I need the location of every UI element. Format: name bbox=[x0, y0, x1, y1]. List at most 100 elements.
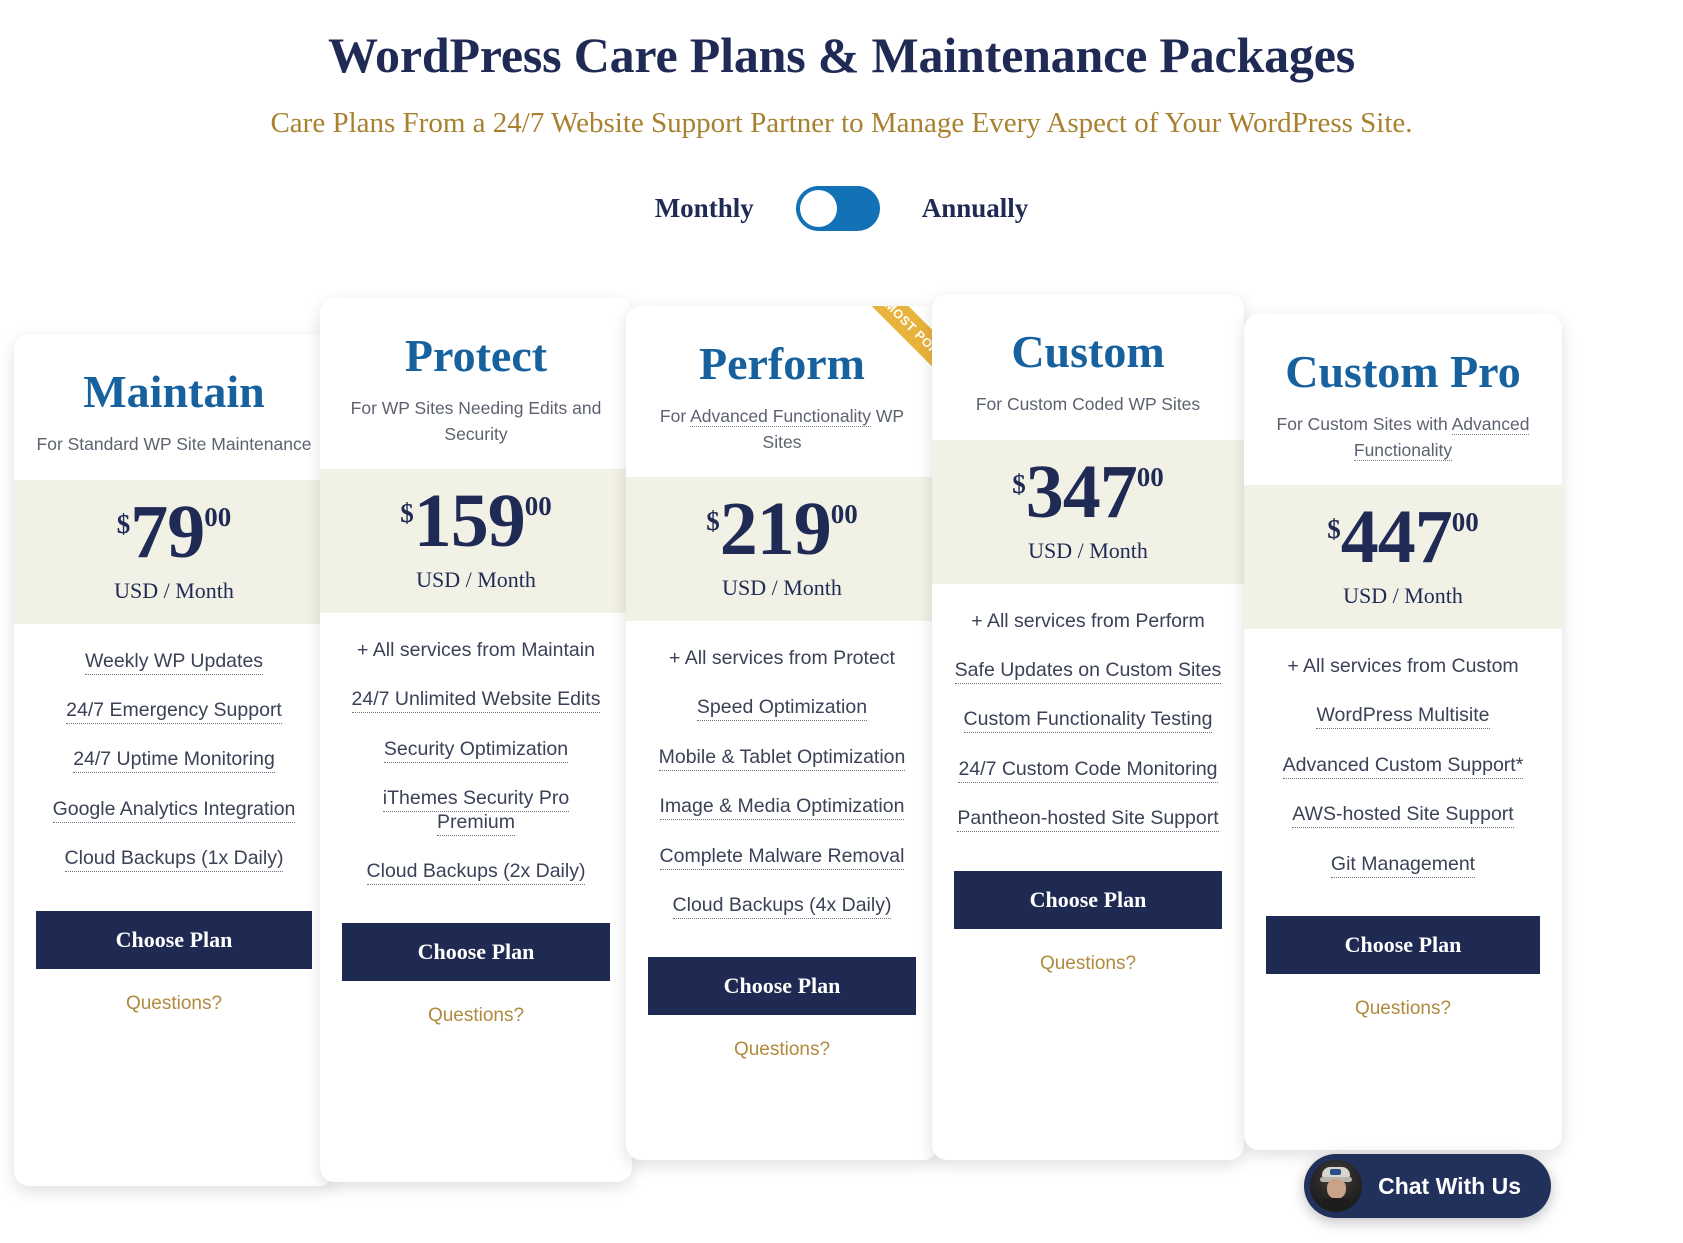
plan-feature-label: + All services from Perform bbox=[971, 609, 1205, 632]
plan-feature[interactable]: Google Analytics Integration bbox=[36, 797, 312, 823]
chat-agent-avatar bbox=[1310, 1160, 1363, 1212]
plan-price-block: $347 00 USD / Month bbox=[932, 439, 1244, 584]
pricing-card: Protect For WP Sites Needing Edits and Se… bbox=[320, 298, 632, 1182]
plan-description-term[interactable]: Advanced Functionality bbox=[690, 406, 872, 428]
plan-feature[interactable]: 24/7 Unlimited Website Edits bbox=[342, 688, 610, 714]
pricing-page: WordPress Care Plans & Maintenance Packa… bbox=[0, 0, 1683, 1243]
price-currency: $ bbox=[706, 506, 720, 537]
plan-feature-label: Google Analytics Integration bbox=[52, 797, 296, 823]
billing-period-switch[interactable] bbox=[795, 185, 880, 231]
plan-description-text: For Custom Sites with bbox=[1276, 414, 1452, 435]
plan-header: Maintain For Standard WP Site Maintenance bbox=[14, 334, 334, 480]
plan-feature: + All services from Maintain bbox=[342, 639, 610, 662]
price-period: USD / Month bbox=[1028, 537, 1148, 563]
plan-feature[interactable]: Custom Functionality Testing bbox=[954, 708, 1222, 734]
plan-description: For Standard WP Site Maintenance bbox=[36, 432, 312, 457]
pricing-card: Custom Pro For Custom Sites with Advanced… bbox=[1244, 314, 1562, 1150]
price-cents: 00 bbox=[830, 499, 858, 530]
plan-feature-label: Cloud Backups (4x Daily) bbox=[672, 894, 892, 919]
plan-feature-label: WordPress Multisite bbox=[1316, 704, 1490, 730]
plan-price-block: $79 00 USD / Month bbox=[14, 479, 334, 624]
plan-feature-list: + All services from Protect Speed Optimiz… bbox=[626, 621, 938, 949]
price-cents: 00 bbox=[524, 491, 552, 522]
choose-plan-button[interactable]: Choose Plan bbox=[36, 910, 312, 969]
choose-plan-button[interactable]: Choose Plan bbox=[954, 870, 1222, 929]
plan-feature-label: Custom Functionality Testing bbox=[963, 708, 1213, 734]
plan-feature-label: 24/7 Custom Code Monitoring bbox=[958, 757, 1218, 783]
plan-feature[interactable]: Complete Malware Removal bbox=[648, 844, 916, 870]
chat-widget-label: Chat With Us bbox=[1378, 1172, 1521, 1199]
pricing-card: Custom For Custom Coded WP Sites $347 00 USD… bbox=[932, 294, 1244, 1160]
choose-plan-button[interactable]: Choose Plan bbox=[1266, 916, 1540, 974]
billing-toggle-annually-label[interactable]: Annually bbox=[922, 193, 1029, 224]
plan-feature-label: Image & Media Optimization bbox=[659, 795, 905, 821]
plan-price-block: $447 00 USD / Month bbox=[1244, 485, 1562, 630]
page-title: WordPress Care Plans & Maintenance Packa… bbox=[328, 27, 1355, 83]
plan-feature-label: Git Management bbox=[1330, 852, 1476, 878]
plan-header: Custom Pro For Custom Sites with Advanced… bbox=[1244, 314, 1562, 486]
plan-feature[interactable]: Cloud Backups (2x Daily) bbox=[342, 860, 610, 885]
price-period: USD / Month bbox=[114, 577, 234, 603]
price-amount: 79 bbox=[130, 489, 205, 574]
chat-widget-button[interactable]: Chat With Us bbox=[1304, 1154, 1551, 1218]
price-amount: 347 bbox=[1025, 449, 1138, 534]
switch-knob bbox=[799, 189, 837, 227]
plan-feature-label: Advanced Custom Support* bbox=[1282, 753, 1524, 779]
plan-feature: + All services from Protect bbox=[648, 647, 916, 670]
price-cents: 00 bbox=[1451, 507, 1479, 538]
plan-feature-label: Pantheon-hosted Site Support bbox=[957, 807, 1219, 833]
questions-link[interactable]: Questions? bbox=[932, 953, 1244, 975]
plan-description-text: For Standard WP Site Maintenance bbox=[36, 434, 312, 455]
pricing-card: Maintain For Standard WP Site Maintenance… bbox=[14, 334, 334, 1186]
plan-price-block: $219 00 USD / Month bbox=[626, 477, 938, 622]
plan-feature[interactable]: AWS-hosted Site Support bbox=[1266, 803, 1540, 829]
choose-plan-button[interactable]: Choose Plan bbox=[648, 957, 916, 1016]
plan-feature[interactable]: Weekly WP Updates bbox=[36, 649, 312, 675]
plan-feature[interactable]: Safe Updates on Custom Sites bbox=[954, 659, 1222, 685]
plan-feature-label: + All services from Protect bbox=[669, 647, 895, 670]
plan-feature-label: Complete Malware Removal bbox=[659, 844, 905, 870]
plan-feature[interactable]: Security Optimization bbox=[342, 737, 610, 763]
plan-feature-list: + All services from Perform Safe Updates … bbox=[932, 584, 1244, 863]
plan-description: For Custom Coded WP Sites bbox=[954, 392, 1222, 417]
plan-feature[interactable]: Speed Optimization bbox=[648, 696, 916, 722]
plan-price-block: $159 00 USD / Month bbox=[320, 469, 632, 614]
plan-feature[interactable]: Pantheon-hosted Site Support bbox=[954, 807, 1222, 833]
plan-name: Maintain bbox=[83, 366, 265, 417]
plan-name: Custom bbox=[1011, 326, 1165, 377]
plan-feature: + All services from Custom bbox=[1266, 655, 1540, 678]
plan-name: Custom Pro bbox=[1285, 346, 1521, 397]
pricing-card: MOST POPULAR Perform For Advanced Function… bbox=[626, 306, 938, 1160]
questions-link[interactable]: Questions? bbox=[626, 1039, 938, 1061]
plan-feature-label: iThemes Security Pro Premium bbox=[382, 787, 570, 836]
plan-feature[interactable]: 24/7 Emergency Support bbox=[36, 699, 312, 725]
plan-name: Perform bbox=[699, 338, 865, 389]
price-period: USD / Month bbox=[416, 567, 536, 593]
page-subtitle: Care Plans From a 24/7 Website Support P… bbox=[270, 107, 1413, 139]
plan-header: Custom For Custom Coded WP Sites bbox=[932, 294, 1244, 440]
billing-toggle-monthly-label[interactable]: Monthly bbox=[655, 193, 754, 224]
plan-feature-label: Cloud Backups (2x Daily) bbox=[366, 860, 586, 885]
price-period: USD / Month bbox=[1343, 583, 1463, 609]
price-period: USD / Month bbox=[722, 575, 842, 601]
plan-description: For WP Sites Needing Edits and Security bbox=[342, 396, 610, 447]
plan-feature[interactable]: Mobile & Tablet Optimization bbox=[648, 745, 916, 771]
plan-feature[interactable]: 24/7 Uptime Monitoring bbox=[36, 748, 312, 774]
plan-feature[interactable]: Advanced Custom Support* bbox=[1266, 753, 1540, 779]
plan-feature-label: Speed Optimization bbox=[696, 696, 868, 722]
plan-feature[interactable]: Image & Media Optimization bbox=[648, 795, 916, 821]
plan-feature[interactable]: WordPress Multisite bbox=[1266, 704, 1540, 730]
plan-feature[interactable]: Cloud Backups (1x Daily) bbox=[36, 847, 312, 873]
questions-link[interactable]: Questions? bbox=[1244, 998, 1562, 1020]
price-cents: 00 bbox=[1136, 461, 1164, 492]
questions-link[interactable]: Questions? bbox=[14, 993, 334, 1015]
plan-feature[interactable]: Cloud Backups (4x Daily) bbox=[648, 894, 916, 919]
plan-feature[interactable]: Git Management bbox=[1266, 852, 1540, 878]
questions-link[interactable]: Questions? bbox=[320, 1005, 632, 1027]
plan-header: Perform For Advanced Functionality WP Sit… bbox=[626, 306, 938, 478]
choose-plan-button[interactable]: Choose Plan bbox=[342, 923, 610, 982]
plan-feature-label: Safe Updates on Custom Sites bbox=[954, 659, 1222, 685]
plan-feature[interactable]: 24/7 Custom Code Monitoring bbox=[954, 757, 1222, 783]
plan-description-text: For Custom Coded WP Sites bbox=[975, 394, 1201, 415]
plan-feature[interactable]: iThemes Security Pro Premium bbox=[342, 787, 610, 836]
